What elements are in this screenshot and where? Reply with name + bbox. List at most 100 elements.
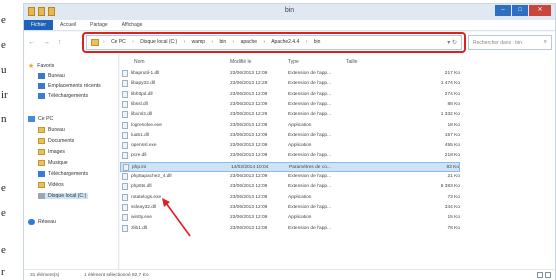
column-size[interactable]: Taille: [346, 59, 357, 65]
sidebar-item-downloads-pc[interactable]: Téléchargements: [38, 171, 88, 177]
file-name: logresolve.exe: [131, 122, 162, 128]
file-name: pcre.dll: [131, 153, 147, 159]
address-row: ← → ↑ › Ce PC › Disque local (C:) › wamp…: [24, 32, 555, 54]
address-highlight-box: [82, 32, 466, 53]
table-row[interactable]: libhttpd.dll 23/06/2013 12:09 Extension de…: [120, 90, 460, 100]
file-date: 23/06/2013 12:09: [230, 204, 268, 210]
tab-home[interactable]: Accueil: [53, 20, 83, 30]
maximize-button[interactable]: □: [512, 5, 528, 16]
file-size: 1 332 Ko: [440, 112, 460, 118]
file-size: 78 Ko: [447, 225, 460, 231]
file-type: Extension de l'app...: [288, 204, 332, 210]
tab-share[interactable]: Partage: [83, 20, 115, 30]
side-text-line: e: [1, 182, 6, 194]
column-date[interactable]: Modifié le: [230, 59, 251, 65]
file-icon: [123, 163, 129, 171]
file-icon: [122, 203, 128, 211]
file-name: libapy32.dll: [131, 81, 156, 87]
table-row[interactable]: ssleay32.dll 23/06/2013 12:09 Extension de…: [120, 203, 460, 213]
search-placeholder: Rechercher dans : bin: [473, 40, 522, 46]
details-view-icon[interactable]: [537, 272, 543, 278]
file-type: Application: [288, 215, 312, 221]
sidebar-item-label: Images: [48, 149, 66, 155]
file-size: 217 Ko: [444, 71, 460, 76]
search-input[interactable]: Rechercher dans : bin ⌕: [468, 35, 552, 50]
table-row[interactable]: openssl.exe 23/06/2013 12:09 Application 45…: [120, 141, 460, 151]
file-icon: [122, 80, 128, 88]
tab-file[interactable]: Fichier: [24, 20, 54, 30]
window-controls: – □ ✕: [495, 5, 551, 16]
file-icon: [122, 90, 128, 98]
sidebar-item-local-disk[interactable]: Disque local (C:): [38, 193, 89, 199]
search-icon[interactable]: ⌕: [544, 39, 547, 46]
file-size: 1 474 Ko: [440, 81, 460, 87]
sidebar-item-music[interactable]: Musique: [38, 160, 68, 166]
close-button[interactable]: ✕: [529, 5, 551, 16]
file-date: 23/06/2013 12:29: [230, 81, 268, 87]
large-icons-view-icon[interactable]: [545, 272, 551, 278]
music-icon: [38, 160, 45, 166]
file-type: Application: [288, 194, 312, 200]
title-bar: bin – □ ✕: [24, 4, 555, 20]
sidebar-item-label: Réseau: [38, 219, 56, 225]
file-icon: [122, 131, 128, 139]
file-icon: [122, 173, 128, 180]
sidebar-item-network[interactable]: Réseau: [28, 219, 56, 225]
file-name: php5ts.dll: [131, 184, 152, 190]
sidebar-item-favorites[interactable]: ★ Favoris: [28, 62, 54, 70]
column-type[interactable]: Type: [288, 59, 299, 65]
recent-places-icon: [38, 83, 45, 89]
downloads-icon: [38, 171, 45, 177]
side-text-line: e: [1, 14, 6, 26]
file-name: php.ini: [132, 164, 147, 170]
side-text-line: e: [1, 39, 6, 51]
table-row[interactable]: zlib1.dll 23/06/2013 12:09 Extension de l'…: [120, 224, 460, 234]
file-name: lua51.dll: [131, 132, 149, 138]
table-row[interactable]: libssl.dll 23/06/2013 12:09 Extension de l…: [120, 100, 460, 110]
table-row[interactable]: libxml2.dll 23/06/2013 12:29 Extension de …: [120, 110, 460, 120]
file-icon: [122, 214, 128, 222]
table-row[interactable]: libaprutil-1.dll 23/06/2013 12:09 Extensio…: [120, 69, 460, 79]
table-row[interactable]: php.ini 14/02/2014 10:04 Paramètres de co.…: [120, 161, 460, 172]
window-title: bin: [284, 7, 295, 14]
tab-view[interactable]: Affichage: [115, 20, 150, 30]
sidebar-item-label: Téléchargements: [48, 93, 89, 99]
table-row[interactable]: libapy32.dll 23/06/2013 12:29 Extension de…: [120, 79, 460, 89]
file-type: Extension de l'app...: [288, 184, 332, 190]
table-row[interactable]: logresolve.exe 23/06/2013 12:09 Applicatio…: [120, 121, 460, 131]
desktop-icon: [38, 73, 45, 79]
sidebar-item-this-pc[interactable]: Ce PC: [28, 116, 53, 122]
table-row[interactable]: wintty.exe 23/06/2013 12:09 Application 15 …: [120, 213, 460, 223]
file-date: 23/06/2013 12:09: [230, 215, 268, 221]
file-size: 157 Ko: [444, 132, 460, 138]
file-icon: [122, 100, 128, 108]
table-row[interactable]: php5apache2_4.dll 23/06/2013 12:09 Extensi…: [120, 172, 460, 182]
drive-icon: [38, 193, 45, 199]
file-type: Extension de l'app...: [288, 101, 332, 107]
navigation-pane: ★ Favoris Bureau Emplacements récents Tél…: [24, 54, 119, 269]
sidebar-item-desktop-pc[interactable]: Bureau: [38, 127, 65, 133]
sidebar-item-documents[interactable]: Documents: [38, 138, 74, 144]
column-name[interactable]: Nom: [134, 59, 145, 65]
sidebar-item-label: Ce PC: [38, 116, 54, 122]
table-row[interactable]: php5ts.dll 23/06/2013 12:09 Extension de l…: [120, 182, 460, 192]
side-text-line: e: [1, 244, 6, 256]
navigation-buttons[interactable]: ← → ↑: [28, 39, 64, 46]
sidebar-item-images[interactable]: Images: [38, 149, 65, 155]
side-text-line: ir: [1, 89, 8, 101]
minimize-button[interactable]: –: [495, 5, 511, 16]
sidebar-item-downloads[interactable]: Téléchargements: [38, 93, 88, 99]
file-type: Application: [288, 143, 312, 149]
file-icon: [122, 193, 128, 201]
table-row[interactable]: rotatelogs.exe 23/06/2013 12:09 Applicatio…: [120, 193, 460, 203]
sidebar-item-desktop[interactable]: Bureau: [38, 73, 65, 79]
table-row[interactable]: lua51.dll 23/06/2013 12:09 Extension de l'…: [120, 131, 460, 141]
file-type: Application: [288, 122, 312, 128]
sidebar-item-recent[interactable]: Emplacements récents: [38, 83, 101, 89]
file-size: 18 Ko: [447, 122, 460, 128]
file-icon: [122, 152, 128, 160]
sidebar-item-videos[interactable]: Vidéos: [38, 182, 64, 188]
sidebar-item-label: Bureau: [48, 73, 65, 79]
file-type: Extension de l'app...: [288, 153, 332, 159]
table-row[interactable]: pcre.dll 23/06/2013 12:09 Extension de l'a…: [120, 151, 460, 161]
